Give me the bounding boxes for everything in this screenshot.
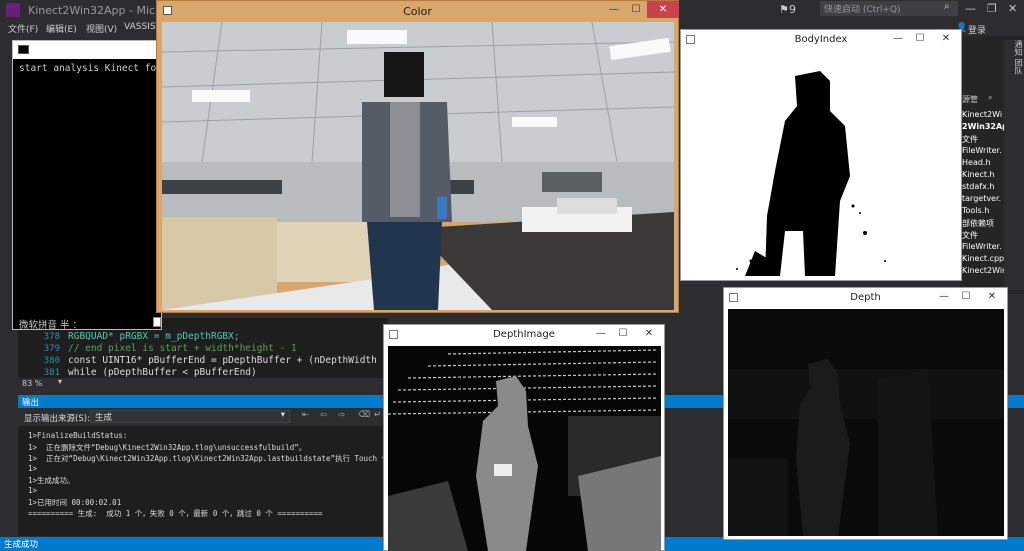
depth-title-bar[interactable]: Depth — ☐ ✕ <box>724 288 1007 308</box>
search-icon: ⌕ <box>944 1 950 12</box>
line-number: 379 <box>43 344 60 354</box>
minimize-button[interactable]: — <box>603 1 625 19</box>
minimize-button[interactable]: — <box>933 288 955 306</box>
output-line: 1> 正在删除文件“Debug\Kinect2Win32App.tlog\uns… <box>28 443 307 452</box>
output-line: 1> <box>28 464 38 473</box>
notification-count: 9 <box>789 3 796 16</box>
line-number: 381 <box>43 368 60 378</box>
menu-file[interactable]: 文件(F) <box>8 22 38 35</box>
depthimage-window[interactable]: DepthImage — ☐ ✕ <box>383 324 665 551</box>
right-tabs-label: 通知 团队 <box>1014 40 1023 75</box>
solution-item[interactable]: Kinect.h <box>962 170 1008 179</box>
maximize-button[interactable]: ☐ <box>909 30 931 48</box>
vs-logo-icon <box>6 3 20 17</box>
zoom-level[interactable]: 83 % <box>22 379 42 388</box>
vs-close-button[interactable]: ✕ <box>1008 2 1017 15</box>
close-button[interactable]: ✕ <box>647 1 679 18</box>
console-icon <box>18 45 29 54</box>
console-title-bar[interactable] <box>13 41 161 59</box>
word-wrap-icon[interactable]: ↵ <box>374 410 381 420</box>
quick-launch-placeholder: 快速启动 (Ctrl+Q) <box>824 5 901 15</box>
output-text[interactable]: 1>FinalizeBuildStatus: 1> 正在删除文件“Debug\K… <box>18 426 390 536</box>
solution-item[interactable]: 文件 <box>962 134 1008 145</box>
minimize-button[interactable]: — <box>590 325 612 343</box>
depthimage-feed <box>388 346 661 551</box>
maximize-button[interactable]: ☐ <box>955 288 977 306</box>
depth-window[interactable]: Depth — ☐ ✕ <box>723 287 1008 540</box>
search-icon[interactable]: ⌕ <box>988 93 992 103</box>
maximize-button[interactable]: ☐ <box>625 1 647 19</box>
depth-grayscale-image <box>388 346 661 551</box>
chevron-down-icon: ▾ <box>280 410 285 420</box>
output-title: 输出 <box>22 398 40 408</box>
right-tool-tabs[interactable]: 通知 团队 <box>1004 40 1024 290</box>
vs-minimize-button[interactable]: — <box>965 2 976 15</box>
solution-item[interactable]: Kinect2Wi <box>962 110 1008 119</box>
depth-feed <box>728 309 1004 536</box>
output-line: ========== 生成: 成功 1 个，失败 0 个，最新 0 个，跳过 0… <box>28 509 323 518</box>
bodyindex-window[interactable]: BodyIndex — ☐ ✕ <box>680 29 962 281</box>
bodyindex-feed <box>685 51 958 277</box>
output-line: 1>已用时间 00:00:02.01 <box>28 498 122 507</box>
color-window[interactable]: Color — ☐ ✕ <box>156 0 679 313</box>
vs-restore-button[interactable]: ❐ <box>987 2 997 15</box>
color-scene-image <box>162 22 674 310</box>
depthimage-title-bar[interactable]: DepthImage — ☐ ✕ <box>384 325 664 345</box>
solution-item[interactable]: FileWriter. <box>962 242 1008 251</box>
output-toolbar: 显示输出来源(S): 生成 ▾ ⇤ ⇦ ⇨ ⌫ ↵ <box>18 408 388 426</box>
notification-flag-icon[interactable]: ⚑ <box>779 3 789 16</box>
solution-item[interactable]: Tools.h <box>962 206 1008 215</box>
output-source-select[interactable]: 生成 ▾ <box>90 410 290 423</box>
next-message-icon[interactable]: ⇨ <box>338 410 345 420</box>
code-line: while (pDepthBuffer < pBufferEnd) <box>68 367 257 378</box>
solution-item[interactable]: FileWriter. <box>962 146 1008 155</box>
bodyindex-title-bar[interactable]: BodyIndex — ☐ ✕ <box>681 30 961 50</box>
depth-raw-image <box>728 309 1004 536</box>
solution-item[interactable]: 文件 <box>962 230 1008 241</box>
output-source-label: 显示输出来源(S): <box>24 414 90 424</box>
output-line: 1>生成成功。 <box>28 476 75 485</box>
console-output: start analysis Kinect for <box>19 63 162 74</box>
quick-launch-input[interactable]: 快速启动 (Ctrl+Q) ⌕ <box>820 1 958 16</box>
menu-view[interactable]: 视图(V) <box>86 22 117 35</box>
editor-zoom-bar: 83 % ▾ <box>18 377 388 390</box>
sign-in-link[interactable]: 登录 <box>968 23 986 36</box>
color-window-title: Color <box>403 5 432 18</box>
ime-icon <box>153 317 161 327</box>
solution-item[interactable]: targetver. <box>962 194 1008 203</box>
vs-window-title: Kinect2Win32App - Micro <box>28 4 167 17</box>
solution-item[interactable]: 部依赖项 <box>962 218 1008 229</box>
solution-item[interactable]: Kinect2Win <box>962 266 1008 275</box>
solution-search-label[interactable]: 源管 <box>962 94 978 105</box>
line-number: 378 <box>43 332 60 342</box>
previous-message-icon[interactable]: ⇦ <box>320 410 327 420</box>
solution-item[interactable]: Head.h <box>962 158 1008 167</box>
line-number: 380 <box>43 356 60 366</box>
output-line: 1> 正在对“Debug\Kinect2Win32App.tlog\Kinect… <box>28 454 390 463</box>
code-line: // end pixel is start + width*height - 1 <box>68 343 297 354</box>
output-line: 1> <box>28 486 38 495</box>
close-button[interactable]: ✕ <box>634 325 664 343</box>
solution-item[interactable]: 2Win32App <box>962 122 1008 131</box>
color-camera-feed <box>162 22 674 310</box>
color-title-bar[interactable]: Color — ☐ ✕ <box>157 1 679 21</box>
status-text: 生成成功 <box>4 540 39 550</box>
minimize-button[interactable]: — <box>887 30 909 48</box>
console-window[interactable]: start analysis Kinect for 微软拼音 半 ： <box>12 40 162 331</box>
code-line: RGBQUAD* pRGBX = m_pDepthRGBX; <box>68 331 240 342</box>
menu-edit[interactable]: 编辑(E) <box>46 22 77 35</box>
close-button[interactable]: ✕ <box>977 288 1007 306</box>
body-silhouette-image <box>736 71 886 276</box>
close-button[interactable]: ✕ <box>931 30 961 48</box>
find-message-icon[interactable]: ⇤ <box>302 410 309 420</box>
output-line: 1>FinalizeBuildStatus: <box>28 431 128 440</box>
solution-item[interactable]: stdafx.h <box>962 182 1008 191</box>
ime-status: 微软拼音 半 ： <box>19 320 83 331</box>
solution-item[interactable]: Kinect.cpp <box>962 254 1008 263</box>
clear-all-icon[interactable]: ⌫ <box>358 410 370 420</box>
output-source-value: 生成 <box>95 413 113 423</box>
maximize-button[interactable]: ☐ <box>612 325 634 343</box>
zoom-dropdown-icon[interactable]: ▾ <box>58 377 62 386</box>
code-line: const UINT16* pBufferEnd = pDepthBuffer … <box>68 355 377 366</box>
